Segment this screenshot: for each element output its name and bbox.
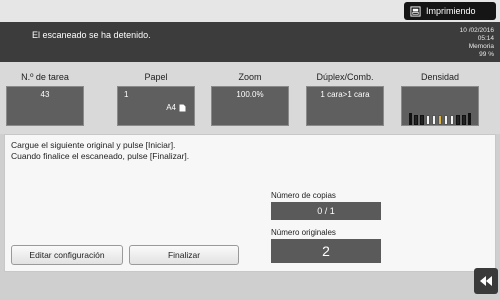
memory-label: Memoria [468, 43, 494, 50]
density-level-7 [450, 115, 454, 125]
back-button[interactable] [474, 268, 498, 294]
copies-label: Número de copias [271, 191, 336, 200]
job-number-value: 43 [6, 86, 84, 126]
originals-value: 2 [271, 239, 381, 263]
status-bar: El escaneado se ha detenido. 10 /02/2016… [0, 22, 500, 62]
density-level-5 [438, 115, 442, 125]
density-level-8 [456, 115, 460, 125]
originals-label: Número originales [271, 228, 336, 237]
job-number-label: N.º de tarea [21, 72, 69, 82]
duplex-panel: Dúplex/Comb. 1 cara>1 cara [306, 72, 384, 126]
status-info: 10 /02/2016 05:14 Memoria 99 % [404, 27, 494, 59]
instruction-line-1: Cargue el siguiente original y pulse [In… [11, 140, 176, 150]
paper-tray: 1 [124, 90, 129, 99]
zoom-panel: Zoom 100.0% [211, 72, 289, 126]
paper-size: A4 [166, 103, 176, 112]
instructions: Cargue el siguiente original y pulse [In… [11, 140, 189, 162]
portrait-page-icon [179, 104, 186, 111]
job-parameters: N.º de tarea 43 Papel 1 A4 Zoom 100.0% D… [0, 62, 500, 134]
paper-value: 1 A4 [117, 86, 195, 126]
rewind-icon [480, 276, 492, 286]
status-message: El escaneado se ha detenido. [32, 30, 151, 40]
duplex-value: 1 cara>1 cara [306, 86, 384, 126]
printing-button-label: Imprimiendo [426, 6, 476, 16]
copies-value: 0 / 1 [271, 202, 381, 220]
finish-button[interactable]: Finalizar [129, 245, 239, 265]
density-end-mark [468, 113, 471, 125]
zoom-label: Zoom [238, 72, 262, 82]
edit-settings-button[interactable]: Editar configuración [11, 245, 123, 265]
density-panel: Densidad [401, 72, 479, 126]
density-level-6 [444, 115, 448, 125]
printer-icon [410, 5, 421, 17]
job-number-panel: N.º de tarea 43 [6, 72, 84, 126]
status-date: 10 /02/2016 [459, 27, 494, 34]
density-level-3 [426, 115, 430, 125]
paper-panel: Papel 1 A4 [117, 72, 195, 126]
instruction-line-2: Cuando finalice el escaneado, pulse [Fin… [11, 151, 190, 161]
density-label: Densidad [420, 72, 460, 82]
paper-label: Papel [144, 72, 168, 82]
status-time: 05:14 [477, 35, 494, 42]
density-level-9 [462, 115, 466, 125]
main-panel: Cargue el siguiente original y pulse [In… [4, 134, 496, 272]
density-level-1 [414, 115, 418, 125]
duplex-label: Dúplex/Comb. [316, 72, 374, 82]
density-level-2 [420, 115, 424, 125]
memory-value: 99 % [479, 51, 494, 58]
zoom-value: 100.0% [211, 86, 289, 126]
density-level-4 [432, 115, 436, 125]
printing-button[interactable]: Imprimiendo [404, 2, 496, 20]
density-end-mark [409, 113, 412, 125]
density-scale [401, 86, 479, 126]
